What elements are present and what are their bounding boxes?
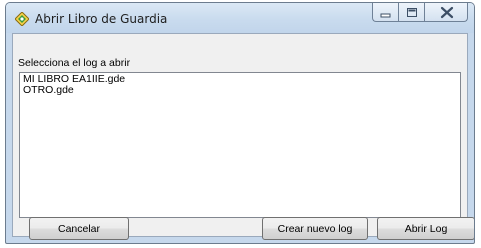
minimize-button[interactable] bbox=[372, 3, 398, 22]
minimize-icon bbox=[380, 13, 391, 18]
app-icon bbox=[15, 12, 29, 26]
maximize-button[interactable] bbox=[398, 3, 424, 22]
select-log-label: Selecciona el log a abrir bbox=[18, 57, 131, 69]
open-log-button[interactable]: Abrir Log bbox=[377, 217, 474, 240]
window-title: Abrir Libro de Guardia bbox=[35, 12, 168, 26]
log-listbox[interactable]: MI LIBRO EA1IIE.gde OTRO.gde bbox=[19, 72, 461, 218]
dialog-window: Abrir Libro de Guardia Selecciona el log… bbox=[5, 2, 475, 244]
title-bar[interactable]: Abrir Libro de Guardia bbox=[6, 3, 474, 33]
caption-buttons bbox=[372, 3, 468, 22]
close-icon bbox=[440, 6, 454, 19]
maximize-icon bbox=[407, 8, 417, 17]
cancel-button[interactable]: Cancelar bbox=[29, 217, 129, 240]
close-button[interactable] bbox=[424, 3, 468, 22]
log-list-item[interactable]: MI LIBRO EA1IIE.gde bbox=[23, 74, 457, 85]
log-list-item[interactable]: OTRO.gde bbox=[23, 85, 457, 96]
new-log-button[interactable]: Crear nuevo log bbox=[262, 217, 368, 240]
dialog-body: Selecciona el log a abrir MI LIBRO EA1II… bbox=[12, 33, 468, 237]
